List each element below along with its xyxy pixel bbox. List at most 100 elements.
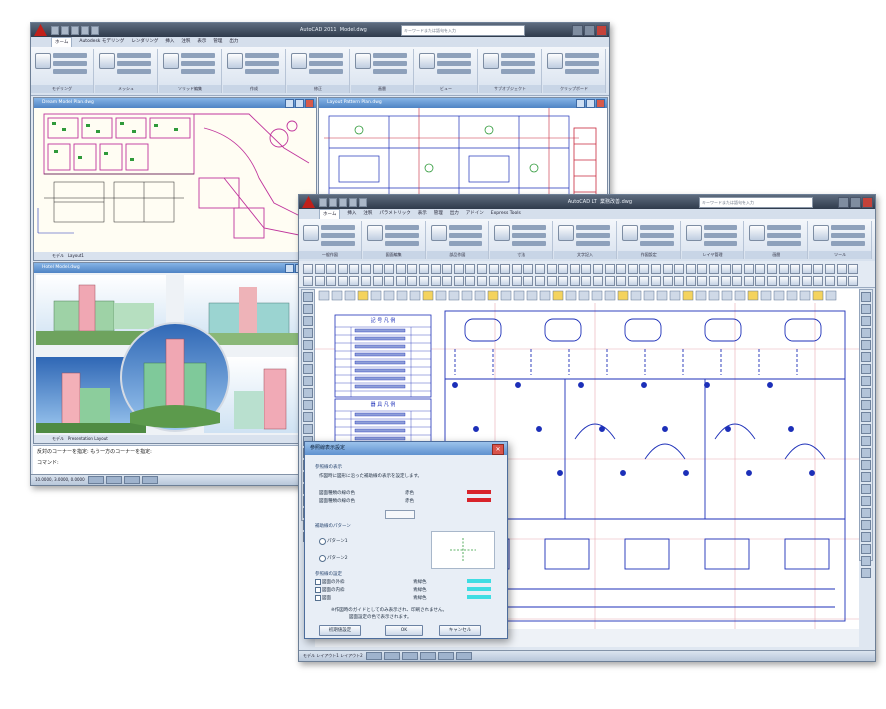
cyan-color-swatch[interactable] [467, 587, 491, 591]
cyan-color-swatch[interactable] [467, 595, 491, 599]
toolbar-icon[interactable] [500, 264, 511, 274]
tool-palette-icon[interactable] [303, 340, 313, 350]
toolbar-icon[interactable] [453, 264, 464, 274]
ribbon-small-button[interactable] [703, 225, 738, 230]
ribbon-tab[interactable]: 管理 [434, 209, 443, 219]
toolbar-icon[interactable] [697, 276, 708, 286]
toolbar-icon[interactable] [419, 264, 429, 274]
undo-icon[interactable] [349, 198, 357, 207]
toolbar-icon[interactable] [825, 276, 835, 286]
toolbar-icon[interactable] [395, 264, 406, 274]
ribbon-tool-icon[interactable] [355, 53, 371, 69]
toolbar-icon[interactable] [732, 264, 743, 274]
tool-palette-icon[interactable] [303, 400, 313, 410]
toolbar-icon[interactable] [314, 276, 325, 286]
new-file-icon[interactable] [51, 26, 59, 35]
toolbar-icon[interactable] [639, 276, 650, 286]
ribbon-small-button[interactable] [181, 69, 215, 74]
ribbon-tab[interactable]: 管理 [213, 37, 222, 47]
ribbon-small-button[interactable] [117, 61, 151, 66]
toolbar-icon[interactable] [616, 276, 627, 286]
ribbon-tab[interactable]: 挿入 [165, 37, 174, 47]
dialog-close-button[interactable]: ✕ [492, 444, 504, 455]
ribbon-small-button[interactable] [384, 233, 419, 238]
toolbar-icon[interactable] [709, 264, 719, 274]
ribbon-small-button[interactable] [181, 61, 215, 66]
ribbon-tool-icon[interactable] [99, 53, 115, 69]
pattern-1-radio[interactable] [319, 538, 326, 545]
tool-palette-icon[interactable] [861, 520, 871, 530]
minimize-button[interactable] [838, 197, 849, 208]
tool-palette-icon[interactable] [861, 544, 871, 554]
toolbar-icon[interactable] [616, 264, 627, 274]
ortho-toggle[interactable] [123, 476, 140, 484]
osnap-toggle[interactable] [437, 652, 454, 660]
ribbon-small-button[interactable] [448, 225, 483, 230]
toolbar-icon[interactable] [720, 276, 731, 286]
tool-palette-icon[interactable] [303, 352, 313, 362]
cyan-color-swatch[interactable] [467, 579, 491, 583]
toolbar-icon[interactable] [349, 276, 360, 286]
toolbar-icon[interactable] [639, 264, 650, 274]
ribbon-small-button[interactable] [576, 233, 610, 238]
ribbon-tab[interactable]: パラメトリック [379, 209, 410, 219]
open-file-icon[interactable] [61, 26, 69, 35]
toolbar-icon[interactable] [430, 264, 441, 274]
ribbon-small-button[interactable] [512, 225, 547, 230]
ribbon-small-button[interactable] [831, 233, 865, 238]
toolbar-icon[interactable] [419, 276, 429, 286]
grid-toggle[interactable] [383, 652, 400, 660]
tool-palette-icon[interactable] [303, 388, 313, 398]
toolbar-icon[interactable] [384, 276, 395, 286]
toolbar-icon[interactable] [303, 264, 313, 274]
ribbon-small-button[interactable] [512, 241, 547, 246]
toolbar-icon[interactable] [685, 264, 696, 274]
ribbon-tab[interactable]: Express Tools [491, 209, 521, 219]
inner-frame-checkbox[interactable] [315, 587, 321, 593]
ribbon-tool-icon[interactable] [163, 53, 179, 69]
toolbar-icon[interactable] [558, 264, 569, 274]
toolbar-icon[interactable] [581, 276, 592, 286]
ribbon-tool-icon[interactable] [749, 225, 766, 241]
ribbon-small-button[interactable] [639, 233, 674, 238]
tool-palette-icon[interactable] [861, 388, 871, 398]
ribbon-small-button[interactable] [565, 53, 599, 58]
tool-palette-icon[interactable] [861, 532, 871, 542]
maximize-button[interactable] [850, 197, 861, 208]
toolbar-icon[interactable] [604, 264, 615, 274]
toolbar-icon[interactable] [790, 276, 801, 286]
ribbon-small-button[interactable] [767, 241, 802, 246]
ribbon-small-button[interactable] [565, 69, 599, 74]
ribbon-small-button[interactable] [576, 241, 610, 246]
red-color-swatch[interactable] [467, 498, 491, 502]
toolbar-icon[interactable] [836, 264, 847, 274]
ribbon-small-button[interactable] [501, 61, 535, 66]
toolbar-icon[interactable] [349, 264, 360, 274]
toolbar-icon[interactable] [361, 276, 371, 286]
undo-icon[interactable] [81, 26, 89, 35]
toolbar-icon[interactable] [697, 264, 708, 274]
tool-palette-icon[interactable] [861, 448, 871, 458]
tool-palette-icon[interactable] [861, 496, 871, 506]
toolbar-icon[interactable] [569, 276, 580, 286]
toolbar-icon[interactable] [303, 276, 313, 286]
tool-palette-icon[interactable] [303, 304, 313, 314]
ribbon-small-button[interactable] [321, 225, 355, 230]
red-color-swatch[interactable] [467, 490, 491, 494]
toolbar-icon[interactable] [825, 264, 835, 274]
toolbar-icon[interactable] [836, 276, 847, 286]
close-button[interactable] [305, 99, 314, 108]
toolbar-icon[interactable] [477, 264, 487, 274]
app-logo-icon[interactable] [34, 24, 47, 36]
toolbar-icon[interactable] [558, 276, 569, 286]
tool-palette-icon[interactable] [861, 304, 871, 314]
ribbon-small-button[interactable] [501, 53, 535, 58]
toolbar-icon[interactable] [511, 264, 522, 274]
toolbar-icon[interactable] [442, 264, 453, 274]
ribbon-small-button[interactable] [831, 225, 865, 230]
toolbar-icon[interactable] [407, 276, 418, 286]
ribbon-tool-icon[interactable] [494, 225, 511, 241]
toolbar-icon[interactable] [662, 264, 673, 274]
toolbar-icon[interactable] [674, 264, 685, 274]
tool-palette-icon[interactable] [303, 412, 313, 422]
